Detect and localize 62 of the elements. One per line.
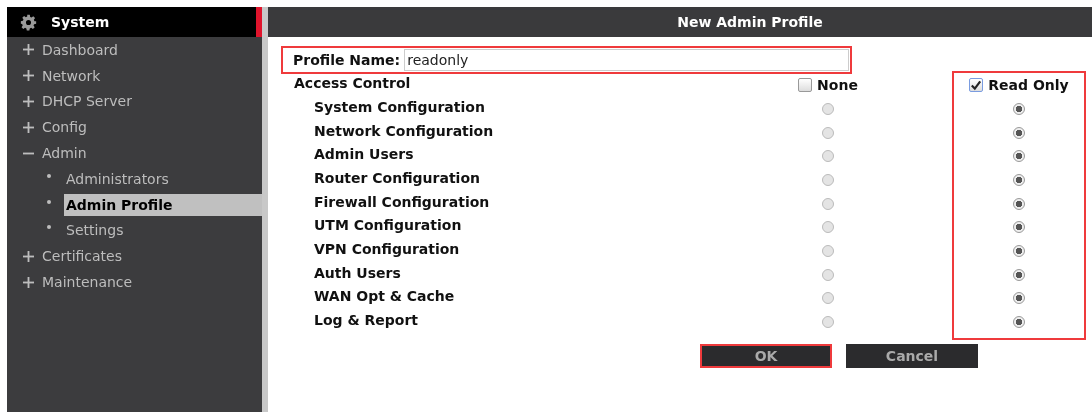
radio-button[interactable]: [822, 221, 834, 234]
permission-label: Admin Users: [314, 146, 414, 163]
nav-subitem[interactable]: Settings: [64, 219, 262, 242]
nav-subitem[interactable]: Administrators: [64, 167, 262, 190]
plus-icon: [23, 70, 34, 82]
nav-item[interactable]: DHCP Server: [7, 88, 262, 115]
bullet-icon: [47, 225, 51, 230]
radio-button[interactable]: [1013, 197, 1025, 210]
nav-item[interactable]: Network: [7, 62, 262, 89]
permission-label: VPN Configuration: [314, 240, 460, 257]
bullet-icon: [47, 173, 51, 178]
radio-button[interactable]: [822, 102, 834, 115]
nav-item[interactable]: Config: [7, 114, 262, 141]
radio-button[interactable]: [822, 292, 834, 305]
section-label: Access Control: [294, 75, 411, 91]
cancel-button[interactable]: Cancel: [846, 343, 978, 368]
plus-icon: [23, 44, 34, 56]
radio-button[interactable]: [822, 316, 834, 329]
accent-bar: [256, 7, 262, 37]
checkbox[interactable]: [798, 78, 813, 92]
gear-icon: [20, 13, 37, 31]
radio-button[interactable]: [1013, 244, 1025, 257]
plus-icon: [23, 250, 34, 262]
column-label: Read Only: [988, 77, 1069, 93]
profile-name-field[interactable]: readonly: [404, 49, 849, 71]
nav-item[interactable]: Certificates: [7, 243, 262, 270]
radio-button[interactable]: [1013, 126, 1025, 139]
radio-button[interactable]: [1013, 102, 1025, 115]
plus-icon: [23, 276, 34, 288]
ok-button[interactable]: OK: [700, 343, 832, 368]
radio-button[interactable]: [822, 126, 834, 139]
radio-button[interactable]: [1013, 221, 1025, 234]
sidebar-title: System: [51, 14, 110, 30]
permission-label: Log & Report: [314, 312, 419, 329]
radio-button[interactable]: [822, 197, 834, 210]
radio-button[interactable]: [1013, 268, 1025, 281]
permission-label: Auth Users: [314, 264, 401, 281]
radio-button[interactable]: [822, 244, 834, 257]
nav-item[interactable]: Maintenance: [7, 269, 262, 295]
radio-button[interactable]: [822, 268, 834, 281]
nav-item[interactable]: Dashboard: [7, 37, 262, 63]
radio-button[interactable]: [822, 173, 834, 186]
permission-label: WAN Opt & Cache: [314, 288, 455, 305]
plus-icon: [23, 96, 34, 107]
permission-label: Network Configuration: [314, 122, 494, 139]
radio-button[interactable]: [1013, 292, 1025, 305]
permission-label: UTM Configuration: [314, 217, 462, 234]
checkbox[interactable]: [969, 78, 984, 92]
plus-icon: [23, 121, 34, 133]
nav-subitem[interactable]: Admin Profile: [64, 193, 262, 216]
column-label: None: [817, 77, 858, 93]
field-label: Profile Name:: [293, 52, 401, 68]
bullet-icon: [47, 199, 51, 204]
panel-title: New Admin Profile: [677, 14, 823, 30]
radio-button[interactable]: [1013, 150, 1025, 163]
radio-button[interactable]: [1013, 173, 1025, 186]
permission-label: Router Configuration: [314, 169, 480, 186]
permission-label: Firewall Configuration: [314, 193, 490, 210]
radio-button[interactable]: [1013, 316, 1025, 329]
permission-label: System Configuration: [314, 98, 485, 115]
nav-item[interactable]: Admin: [7, 140, 262, 166]
radio-button[interactable]: [822, 150, 834, 163]
